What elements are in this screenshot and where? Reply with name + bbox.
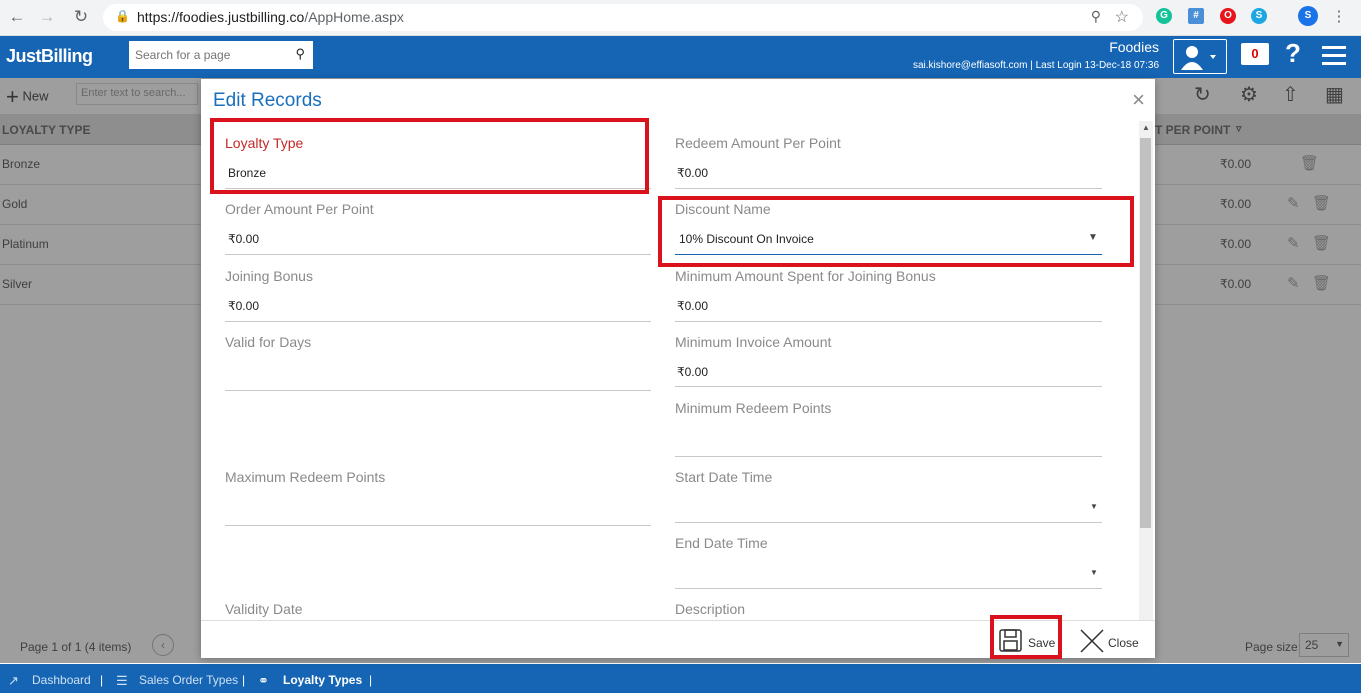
min-redeem-label: Minimum Redeem Points <box>675 400 832 416</box>
chevron-down-icon[interactable]: ▼ <box>1090 568 1098 577</box>
field-underline <box>225 254 651 255</box>
redeem-amount-input[interactable]: ₹0.00 <box>677 166 708 180</box>
chevron-down-icon[interactable]: ▼ <box>1090 502 1098 511</box>
list-icon: ☰ <box>116 673 128 688</box>
reload-icon[interactable]: ↻ <box>70 6 92 28</box>
joining-bonus-label: Joining Bonus <box>225 268 313 284</box>
valid-days-input[interactable] <box>225 390 651 391</box>
end-date-label: End Date Time <box>675 535 768 551</box>
redeem-amount-label: Redeem Amount Per Point <box>675 135 841 151</box>
field-underline <box>675 188 1102 189</box>
lock-icon: 🔒 <box>115 9 130 23</box>
order-amount-input[interactable]: ₹0.00 <box>228 232 259 246</box>
bottom-breadcrumb-bar: ↗ Dashboard | ☰ Sales Order Types | ⚭ Lo… <box>0 664 1361 693</box>
url-text: https://foodies.justbilling.co/AppHome.a… <box>137 9 404 25</box>
min-spent-input[interactable]: ₹0.00 <box>677 299 708 313</box>
dialog-footer: Save Close <box>201 615 1155 659</box>
breadcrumb-dashboard[interactable]: Dashboard <box>32 673 91 687</box>
field-underline <box>675 386 1102 387</box>
description-label: Description <box>675 601 746 617</box>
breadcrumb-sales-order-types[interactable]: Sales Order Types <box>139 673 238 687</box>
extension-icon[interactable]: # <box>1188 8 1204 24</box>
close-x-icon <box>1080 629 1104 653</box>
opera-icon[interactable]: O <box>1220 8 1236 24</box>
valid-days-label: Valid for Days <box>225 334 312 350</box>
user-icon <box>1181 46 1216 70</box>
separator: | <box>242 673 246 687</box>
max-redeem-label: Maximum Redeem Points <box>225 469 386 485</box>
skype-icon[interactable]: S <box>1251 8 1267 24</box>
separator: | <box>369 673 373 687</box>
save-label: Save <box>1028 636 1056 650</box>
chart-icon: ↗ <box>8 673 19 688</box>
address-bar[interactable]: 🔒 https://foodies.justbilling.co/AppHome… <box>103 4 1143 31</box>
forward-icon[interactable]: → <box>36 6 58 28</box>
start-date-input[interactable] <box>675 522 1102 523</box>
highlight-box <box>658 196 1134 267</box>
field-underline <box>675 321 1102 322</box>
dialog-title: Edit Records <box>213 90 322 111</box>
help-icon[interactable]: ? <box>1285 38 1301 69</box>
highlight-box <box>210 118 649 194</box>
save-button[interactable]: Save <box>999 627 1059 653</box>
search-icon[interactable]: ⚲ <box>295 46 305 62</box>
page-search-input[interactable] <box>133 47 287 63</box>
separator: | <box>100 673 104 687</box>
scrollbar-thumb[interactable] <box>1140 138 1151 528</box>
order-amount-label: Order Amount Per Point <box>225 201 374 217</box>
app-header: JustBilling ⚲ Foodies sai.kishore@effias… <box>0 36 1361 78</box>
user-avatar-button[interactable] <box>1173 39 1227 74</box>
min-redeem-input[interactable] <box>675 456 1102 457</box>
app-logo: JustBilling <box>6 46 93 66</box>
hamburger-menu-icon[interactable] <box>1322 46 1346 70</box>
user-info: sai.kishore@effiasoft.com | Last Login 1… <box>912 60 1159 71</box>
field-underline <box>225 321 651 322</box>
breadcrumb-loyalty-types[interactable]: Loyalty Types <box>283 673 362 687</box>
rings-icon: ⚭ <box>258 673 269 688</box>
close-label: Close <box>1108 636 1139 650</box>
max-redeem-input[interactable] <box>225 525 651 526</box>
min-invoice-label: Minimum Invoice Amount <box>675 334 832 350</box>
notification-badge[interactable]: 0 <box>1241 43 1269 65</box>
min-invoice-input[interactable]: ₹0.00 <box>677 365 708 379</box>
back-icon[interactable]: ← <box>6 6 28 28</box>
star-icon[interactable]: ☆ <box>1115 7 1129 27</box>
key-icon[interactable]: ⚲ <box>1091 8 1101 25</box>
edit-records-dialog: Edit Records × Loyalty Type Bronze Order… <box>201 79 1155 659</box>
more-icon[interactable]: ⋮ <box>1328 6 1350 28</box>
browser-chrome: ← → ↻ 🔒 https://foodies.justbilling.co/A… <box>0 0 1361 36</box>
joining-bonus-input[interactable]: ₹0.00 <box>228 299 259 313</box>
floppy-disk-icon <box>999 629 1022 652</box>
start-date-label: Start Date Time <box>675 469 773 485</box>
profile-avatar[interactable]: S <box>1298 6 1318 26</box>
company-name: Foodies <box>1109 39 1159 55</box>
end-date-input[interactable] <box>675 588 1102 589</box>
validity-date-label: Validity Date <box>225 601 303 617</box>
close-button[interactable]: Close <box>1079 627 1139 653</box>
grammarly-icon[interactable]: G <box>1156 8 1172 24</box>
scroll-up-icon[interactable]: ▲ <box>1142 123 1150 132</box>
page-search[interactable]: ⚲ <box>129 41 313 69</box>
close-icon[interactable]: × <box>1132 87 1145 113</box>
min-spent-label: Minimum Amount Spent for Joining Bonus <box>675 268 936 284</box>
